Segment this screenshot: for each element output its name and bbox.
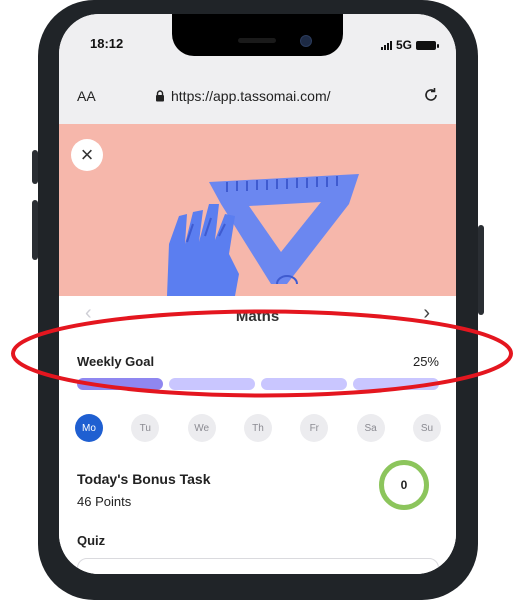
phone-side-button <box>32 200 38 260</box>
day-we[interactable]: We <box>187 414 216 442</box>
lock-icon <box>156 90 164 102</box>
weekly-goal-progress <box>77 378 439 390</box>
day-fr[interactable]: Fr <box>300 414 329 442</box>
day-sa[interactable]: Sa <box>356 414 385 442</box>
notch <box>172 14 343 56</box>
front-camera <box>300 35 312 47</box>
bonus-task-title: Today's Bonus Task <box>77 471 211 487</box>
quiz-heading: Quiz <box>77 533 106 548</box>
signal-icon <box>380 40 392 50</box>
phone-side-button <box>32 150 38 184</box>
next-subject-button[interactable]: › <box>423 302 430 325</box>
url-text: https://app.tassomai.com/ <box>171 88 331 104</box>
battery-icon <box>416 40 439 50</box>
subject-navigator: ‹ Maths › <box>59 296 456 332</box>
progress-segment <box>261 378 347 390</box>
network-label: 5G <box>395 38 412 52</box>
progress-segment <box>77 378 163 390</box>
browser-url-bar[interactable]: AA https://app.tassomai.com/ <box>59 74 456 125</box>
day-tu[interactable]: Tu <box>131 414 160 442</box>
weekly-goal-label: Weekly Goal <box>77 354 155 369</box>
speaker-grille <box>238 38 276 43</box>
weekly-goal-percent: 25% <box>412 354 439 369</box>
subject-title: Maths <box>235 308 280 325</box>
status-bar: 18:12 5G <box>59 14 456 74</box>
day-th[interactable]: Th <box>243 414 272 442</box>
weekday-selector: Mo Tu We Th Fr Sa Su <box>75 414 441 442</box>
phone-screen: 18:12 5G AA https://app.tassomai.com/ × … <box>59 14 456 574</box>
reload-icon[interactable] <box>422 86 440 104</box>
phone-side-button <box>478 225 484 315</box>
progress-segment <box>169 378 255 390</box>
day-mo[interactable]: Mo <box>75 414 103 442</box>
bonus-task-points: 46 Points <box>77 494 132 509</box>
bonus-task-counter[interactable]: 0 <box>379 460 429 510</box>
close-button[interactable]: × <box>71 139 103 171</box>
subject-panel: ‹ Maths › Weekly Goal 25% Mo Tu We Th Fr… <box>59 296 456 574</box>
status-time: 18:12 <box>90 36 124 51</box>
progress-segment <box>353 378 439 390</box>
quiz-card[interactable] <box>77 558 439 574</box>
day-su[interactable]: Su <box>412 414 441 442</box>
set-square-illustration <box>167 174 359 296</box>
subject-hero: × <box>59 124 456 296</box>
address-field[interactable]: https://app.tassomai.com/ <box>155 88 331 104</box>
weekly-goal-header: Weekly Goal 25% <box>77 354 439 369</box>
text-size-button[interactable]: AA <box>77 88 96 104</box>
status-indicators: 5G <box>380 38 439 52</box>
